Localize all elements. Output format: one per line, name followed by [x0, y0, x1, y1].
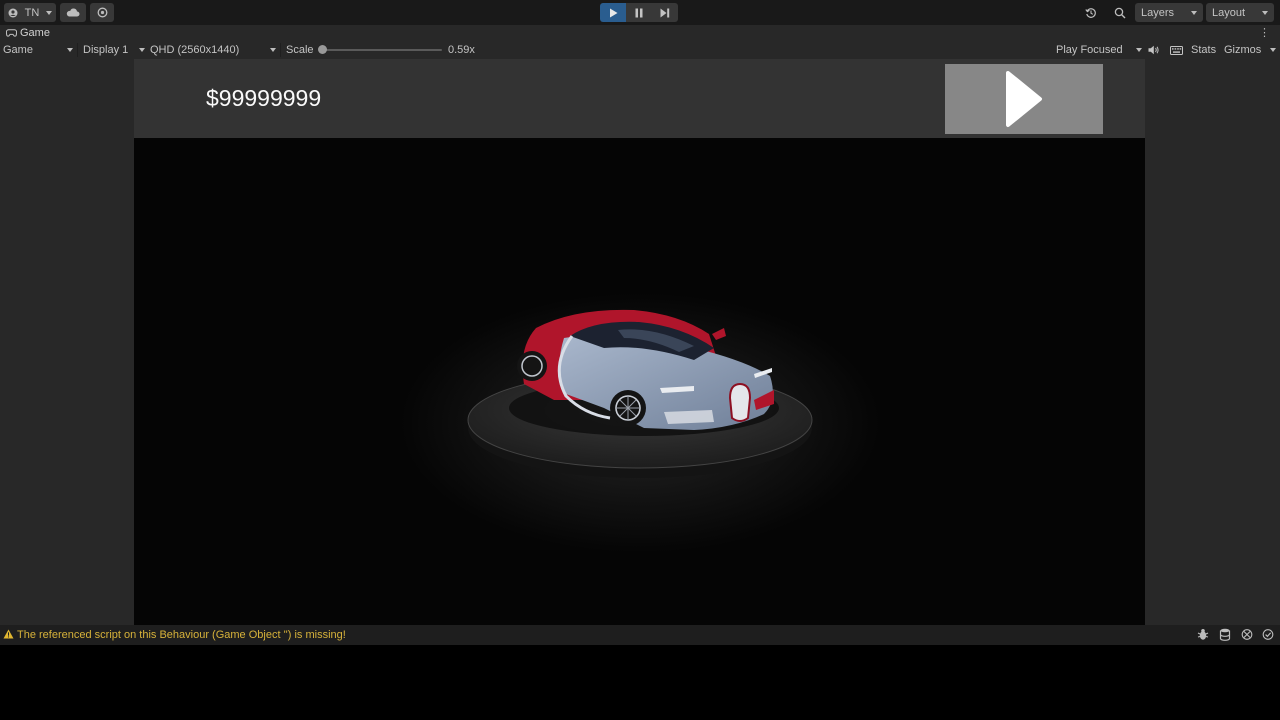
chevron-down-icon — [67, 48, 73, 52]
warning-icon — [3, 629, 14, 639]
mute-audio-button[interactable] — [1148, 41, 1160, 59]
pause-button[interactable] — [626, 3, 652, 22]
cache-server-button[interactable] — [1219, 628, 1231, 644]
step-button[interactable] — [652, 3, 678, 22]
gear-icon — [97, 7, 107, 18]
services-button[interactable] — [90, 3, 114, 22]
money-counter: $99999999 — [206, 85, 322, 111]
more-options-icon[interactable]: ⋮ — [1259, 27, 1270, 39]
gizmos-dropdown[interactable]: Gizmos — [1224, 41, 1276, 59]
keyboard-icon — [1170, 45, 1183, 55]
playmode-controls — [600, 3, 678, 22]
network-button[interactable] — [1241, 628, 1253, 644]
cloud-icon — [66, 8, 80, 17]
layout-dropdown[interactable]: Layout — [1206, 3, 1274, 22]
user-icon — [8, 8, 18, 17]
gamepad-icon — [6, 29, 17, 37]
play-mode-label: Play Focused — [1056, 44, 1123, 56]
display-dropdown[interactable]: Display 1 — [83, 41, 145, 59]
console-warning-message[interactable]: The referenced script on this Behaviour … — [17, 629, 346, 641]
scale-slider-handle[interactable] — [318, 45, 327, 54]
game-play-button[interactable] — [945, 64, 1103, 134]
check-circle-icon — [1262, 629, 1274, 640]
gizmos-label: Gizmos — [1224, 44, 1262, 56]
account-dropdown[interactable]: TN — [4, 3, 56, 22]
chevron-down-icon — [45, 10, 52, 15]
layers-label: Layers — [1141, 6, 1175, 19]
scale-slider-track[interactable] — [322, 49, 442, 51]
game-view: $99999999 — [0, 59, 1280, 625]
play-icon — [1006, 71, 1042, 127]
main-toolbar: TN Layers Layout — [0, 0, 1280, 25]
scale-value: 0.59x — [448, 44, 475, 56]
chevron-down-icon — [139, 48, 145, 52]
chevron-down-icon — [1136, 48, 1142, 52]
play-mode-dropdown[interactable]: Play Focused — [1056, 41, 1142, 59]
progress-button[interactable] — [1262, 628, 1274, 644]
account-label: TN — [24, 6, 40, 19]
car-showroom-scene — [134, 138, 1145, 625]
game-screen[interactable]: $99999999 — [134, 59, 1145, 625]
game-hud-bar: $99999999 — [134, 59, 1145, 138]
stats-button[interactable]: Stats — [1191, 41, 1216, 59]
layers-dropdown[interactable]: Layers — [1135, 3, 1203, 22]
car-on-turntable-image — [467, 309, 813, 478]
undo-history-button[interactable] — [1080, 3, 1102, 22]
database-icon — [1219, 628, 1231, 641]
view-mode-label: Game — [3, 44, 33, 56]
play-icon — [609, 8, 617, 17]
history-icon — [1085, 7, 1096, 18]
step-icon — [660, 8, 670, 17]
scale-label: Scale — [286, 44, 314, 56]
status-bar: The referenced script on this Behaviour … — [0, 625, 1280, 645]
chevron-down-icon — [1262, 10, 1268, 15]
game-view-toolbar: Game Display 1 QHD (2560x1440) Scale 0.5… — [0, 41, 1280, 60]
speaker-icon — [1148, 45, 1159, 55]
search-button[interactable] — [1108, 3, 1132, 22]
chevron-down-icon — [1191, 10, 1197, 15]
bug-icon — [1197, 629, 1209, 640]
display-label: Display 1 — [83, 44, 129, 56]
chevron-down-icon — [270, 48, 276, 52]
play-button[interactable] — [600, 3, 626, 22]
network-icon — [1241, 629, 1253, 640]
chevron-down-icon — [1270, 48, 1276, 52]
cloud-button[interactable] — [60, 3, 86, 22]
tab-title: Game — [20, 27, 50, 39]
divider — [77, 43, 78, 57]
tab-bar: Game ⋮ — [0, 25, 1280, 41]
layout-label: Layout — [1212, 6, 1246, 19]
resolution-label: QHD (2560x1440) — [150, 44, 240, 56]
tab-game[interactable]: Game — [0, 25, 50, 41]
divider — [280, 43, 281, 57]
resolution-dropdown[interactable]: QHD (2560x1440) — [150, 41, 276, 59]
shortcuts-button[interactable] — [1170, 41, 1183, 59]
view-mode-dropdown[interactable]: Game — [3, 41, 73, 59]
debug-button[interactable] — [1197, 628, 1209, 644]
pause-icon — [635, 8, 643, 17]
search-icon — [1114, 7, 1126, 18]
